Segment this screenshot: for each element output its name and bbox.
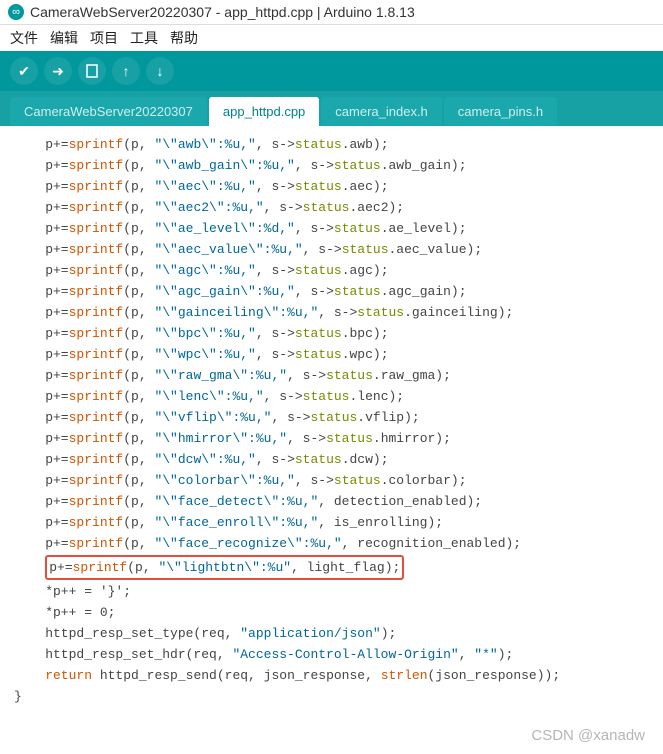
- menu-project[interactable]: 项目: [90, 28, 118, 48]
- upload-button[interactable]: ➜: [44, 57, 72, 85]
- menu-file[interactable]: 文件: [10, 28, 38, 48]
- tab-camera-pins[interactable]: camera_pins.h: [444, 97, 557, 126]
- open-button[interactable]: ↑: [112, 57, 140, 85]
- code-editor[interactable]: p+=sprintf(p, "\"awb\":%u,", s->status.a…: [0, 126, 663, 723]
- menu-tools[interactable]: 工具: [130, 28, 158, 48]
- window-title: CameraWebServer20220307 - app_httpd.cpp …: [30, 4, 415, 20]
- watermark: CSDN @xanadw: [0, 723, 663, 754]
- verify-button[interactable]: ✔: [10, 57, 38, 85]
- new-button[interactable]: [78, 57, 106, 85]
- tab-camerawebserver[interactable]: CameraWebServer20220307: [10, 97, 207, 126]
- arduino-icon: ∞: [8, 4, 24, 20]
- tab-camera-index[interactable]: camera_index.h: [321, 97, 442, 126]
- tabbar: CameraWebServer20220307 app_httpd.cpp ca…: [0, 91, 663, 126]
- save-button[interactable]: ↓: [146, 57, 174, 85]
- menu-edit[interactable]: 编辑: [50, 28, 78, 48]
- tab-app-httpd[interactable]: app_httpd.cpp: [209, 97, 319, 126]
- toolbar: ✔ ➜ ↑ ↓: [0, 51, 663, 91]
- menubar: 文件 编辑 项目 工具 帮助: [0, 25, 663, 51]
- titlebar: ∞ CameraWebServer20220307 - app_httpd.cp…: [0, 0, 663, 25]
- menu-help[interactable]: 帮助: [170, 28, 198, 48]
